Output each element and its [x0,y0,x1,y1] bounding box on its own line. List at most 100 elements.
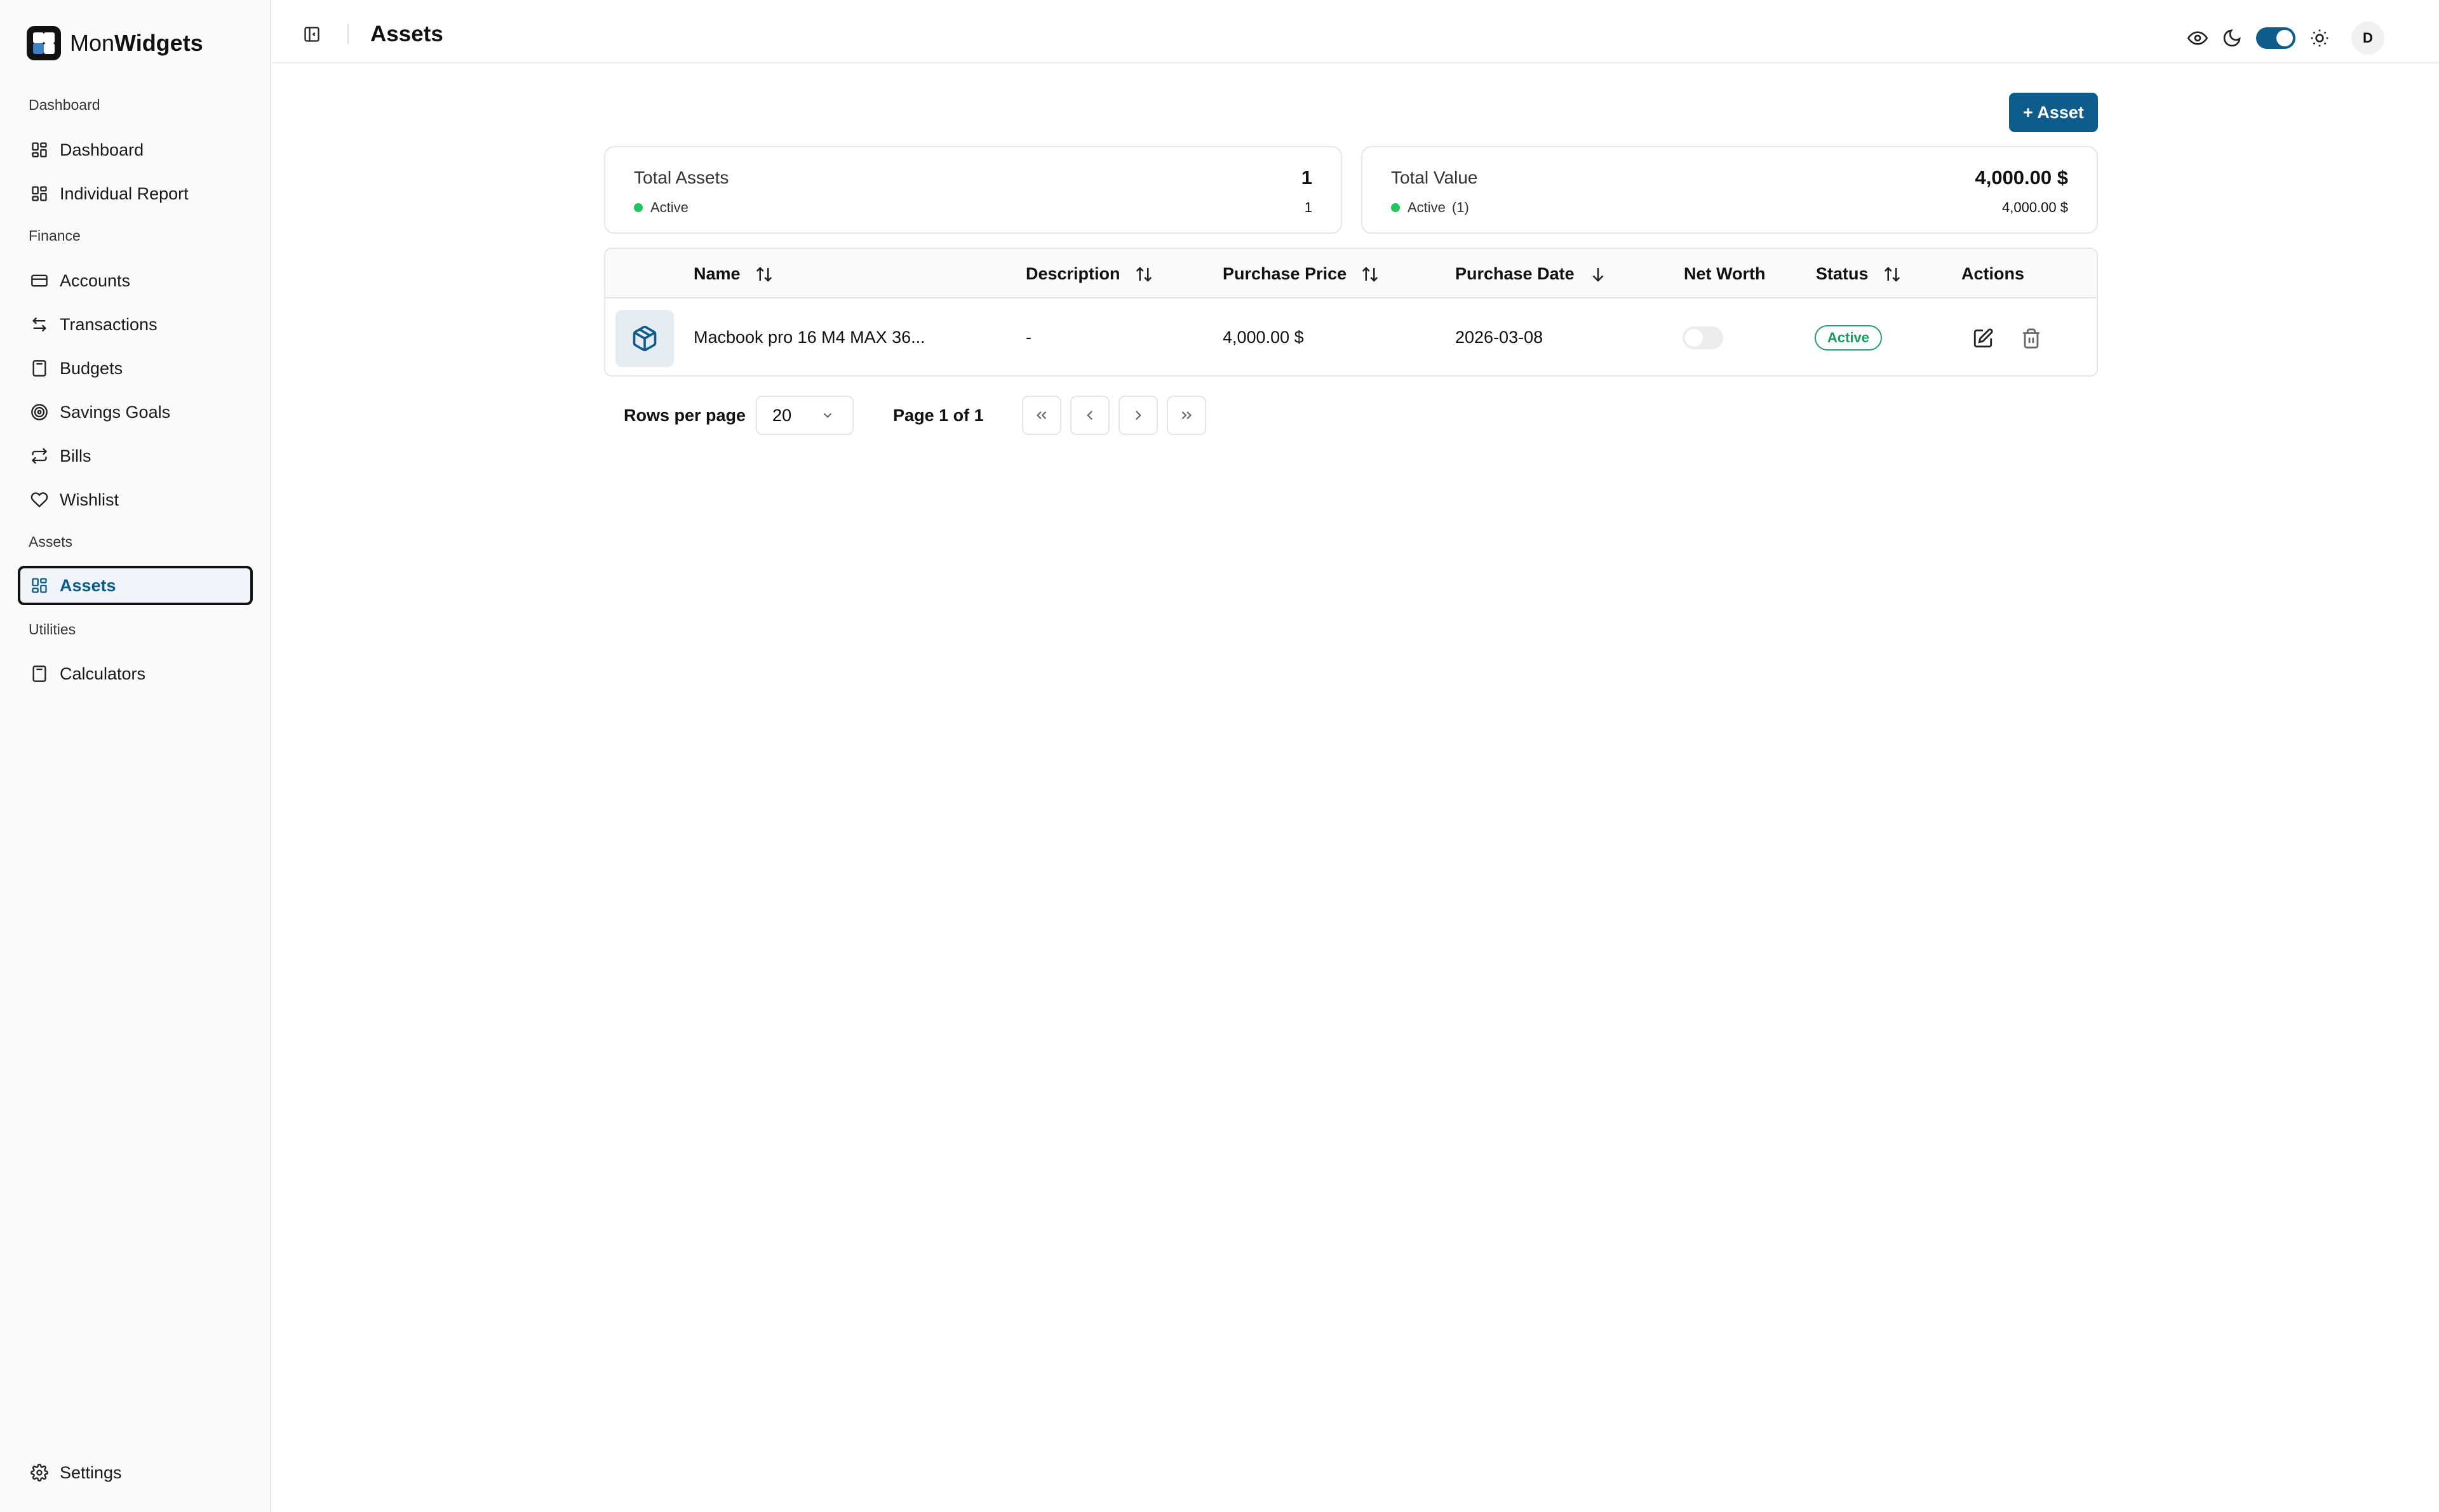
status-count: (1) [1451,199,1469,215]
moon-icon [2223,29,2241,47]
card-title: Total Value [1391,168,1478,187]
cell-purchase-price: 4,000.00 $ [1223,328,1304,347]
sidebar-item-bills[interactable]: Bills [18,436,253,476]
sidebar-item-transactions[interactable]: Transactions [18,305,253,344]
chevron-down-icon [823,413,832,418]
status-label: Active [1408,199,1446,215]
nav-group-utilities: Utilities [29,621,76,638]
brand-name: MonWidgets [70,30,203,56]
trash-icon[interactable] [2020,328,2042,349]
sidebar-item-budgets[interactable]: Budgets [18,349,253,388]
chevrons-left-icon [1036,411,1046,420]
edit-icon[interactable] [1972,328,1994,349]
repeat-icon [31,448,48,464]
sidebar-item-accounts[interactable]: Accounts [18,261,253,300]
pagination: Rows per page 20 Page 1 of 1 [624,394,1206,436]
column-description[interactable]: Description [1026,264,1153,284]
sort-icon[interactable] [755,265,774,284]
sidebar-item-label: Dashboard [60,140,144,159]
sidebar-item-wishlist[interactable]: Wishlist [18,480,253,519]
rows-per-page-value: 20 [772,405,792,425]
rows-per-page-label: Rows per page [624,405,746,425]
first-page-button[interactable] [1021,396,1061,435]
heart-icon [30,492,48,508]
last-page-button[interactable] [1166,396,1206,435]
card-value: 1 [1301,166,1312,189]
next-page-button[interactable] [1118,396,1158,435]
column-net-worth: Net Worth [1684,264,1766,283]
sidebar-item-label: Transactions [60,314,158,334]
total-value-card: Total Value 4,000.00 $ Active (1) 4,000.… [1361,146,2098,234]
column-actions: Actions [1961,264,2025,283]
prev-page-button[interactable] [1070,396,1110,435]
sidebar-item-label: Assets [60,575,116,595]
header-divider [347,24,349,44]
sidebar-item-savings-goals[interactable]: Savings Goals [18,392,253,432]
chevron-left-icon [1086,410,1092,420]
page-title: Assets [370,22,443,46]
calculator-icon [32,360,46,377]
sort-icon[interactable] [1883,265,1902,284]
asset-thumbnail [615,310,674,367]
sidebar-toggle-icon[interactable] [303,25,321,43]
gear-icon [30,1464,48,1482]
theme-toggle[interactable] [2256,27,2295,49]
column-purchase-date[interactable]: Purchase Date [1455,264,1608,284]
header-controls: D [2187,22,2384,55]
column-name[interactable]: Name [694,264,774,284]
cell-name: Macbook pro 16 M4 MAX 36... [694,328,925,347]
nav-group-finance: Finance [29,227,81,244]
sort-icon[interactable] [1134,265,1153,284]
column-purchase-price[interactable]: Purchase Price [1223,264,1380,284]
sidebar: MonWidgets Dashboard Dashboard Individua… [0,0,271,1512]
status-value: 1 [1304,199,1312,215]
status-row: Active (1) [1391,199,1469,216]
sidebar-item-individual-report[interactable]: Individual Report [18,174,253,213]
arrow-down-icon[interactable] [1589,265,1608,284]
total-assets-card: Total Assets 1 Active 1 [604,146,1342,234]
sidebar-item-settings[interactable]: Settings [18,1453,253,1492]
sidebar-item-label: Savings Goals [60,402,171,422]
card-value: 4,000.00 $ [1975,166,2068,189]
sidebar-item-label: Individual Report [60,184,189,203]
card-title: Total Assets [634,168,729,187]
nav-group-assets: Assets [29,533,73,550]
brand[interactable]: MonWidgets [27,25,203,61]
status-value: 4,000.00 $ [2002,199,2068,215]
sidebar-item-label: Budgets [60,358,123,378]
table-row[interactable]: Macbook pro 16 M4 MAX 36... - 4,000.00 $… [605,300,2097,375]
assets-table: Name Description Purchase Price Purchase… [604,248,2098,377]
wallet-icon [31,274,48,287]
layout-grid-icon [32,186,47,201]
status-row: Active [634,199,689,216]
chevrons-right-icon [1181,411,1192,420]
top-header: Assets D [272,0,2439,64]
rows-per-page-select[interactable]: 20 [756,396,854,435]
layout-grid-icon [32,578,47,593]
layout-grid-icon [32,142,47,157]
sidebar-item-label: Settings [60,1462,122,1482]
add-asset-button[interactable]: + Asset [2009,93,2098,132]
pager-buttons [1021,396,1206,435]
page-info: Page 1 of 1 [893,405,984,425]
sidebar-item-assets[interactable]: Assets [18,566,253,605]
table-header: Name Description Purchase Price Purchase… [605,249,2097,298]
calculator-icon [32,666,46,682]
target-icon [31,404,48,420]
sidebar-item-calculators[interactable]: Calculators [18,654,253,693]
eye-icon[interactable] [2187,28,2208,48]
sidebar-item-label: Accounts [60,271,131,290]
sidebar-item-label: Calculators [60,664,146,683]
cell-purchase-date: 2026-03-08 [1455,328,1543,347]
avatar[interactable]: D [2351,22,2384,55]
chevron-right-icon [1135,410,1141,420]
status-dot [634,203,643,212]
column-status[interactable]: Status [1816,264,1902,284]
nav-group-dashboard: Dashboard [29,97,100,113]
sidebar-item-dashboard[interactable]: Dashboard [18,130,253,170]
net-worth-toggle[interactable] [1683,326,1723,349]
sort-icon[interactable] [1361,265,1380,284]
status-label: Active [650,199,689,215]
cell-description: - [1026,328,1031,347]
sidebar-item-label: Wishlist [60,490,119,509]
